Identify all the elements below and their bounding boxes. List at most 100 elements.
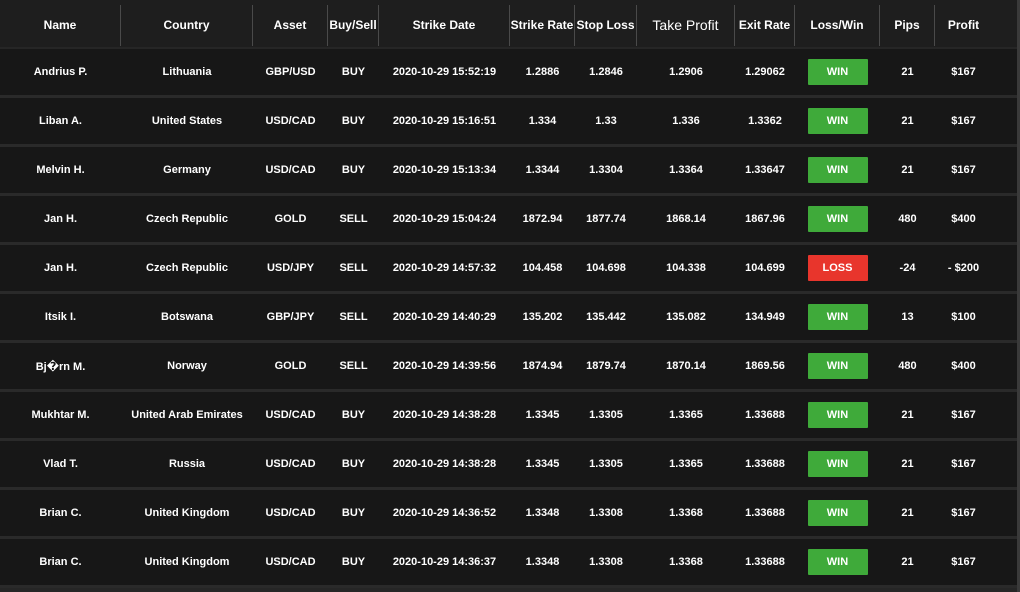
cell-buy-sell: BUY [341,164,366,176]
cell-pips: 21 [901,409,914,421]
cell-stop-loss: 1879.74 [586,360,626,372]
column-header-strike-rate[interactable]: Strike Rate [510,4,575,46]
column-header-stop-loss[interactable]: Stop Loss [575,4,637,46]
column-header-name[interactable]: Name [0,4,121,46]
cell-loss-win: WIN [795,549,880,575]
cell-exit-rate: 1.33688 [745,458,785,470]
cell-asset: GBP/USD [265,66,316,78]
cell-pips: 21 [901,66,914,78]
cell-asset: USD/CAD [265,556,316,568]
cell-pips: 21 [901,115,914,127]
cell-take-profit: 104.338 [666,262,706,274]
cell-buy-sell: SELL [339,311,368,323]
cell-asset: USD/JPY [266,262,315,274]
cell-country: Russia [168,458,206,470]
cell-pips: 21 [901,507,914,519]
cell-buy-sell: BUY [341,507,366,519]
column-header-pips[interactable]: Pips [880,4,935,46]
cell-country: Czech Republic [146,213,228,225]
cell-take-profit: 1.2906 [669,66,703,78]
cell-profit: $167 [951,164,976,176]
cell-buy-sell: SELL [339,213,368,225]
cell-exit-rate: 1.33688 [745,507,785,519]
table-row: Liban A. United States USD/CAD BUY 2020-10-2… [0,98,1017,147]
cell-loss-win: LOSS [795,255,880,281]
cell-strike-rate: 1.3348 [525,556,560,568]
cell-stop-loss: 104.698 [586,262,626,274]
table-row: Andrius P. Lithuania GBP/USD BUY 2020-10-29 … [0,49,1017,98]
cell-pips: -24 [899,262,916,274]
cell-profit: $100 [951,311,976,323]
cell-stop-loss: 1877.74 [586,213,626,225]
cell-strike-rate: 135.202 [522,311,563,323]
cell-take-profit: 1.3364 [669,164,703,176]
cell-strike-date: 2020-10-29 15:52:19 [392,66,497,78]
column-header-buy-sell[interactable]: Buy/Sell [328,4,379,46]
cell-name: Mukhtar M. [31,409,90,421]
cell-buy-sell: BUY [341,409,366,421]
cell-name: Melvin H. [36,164,85,176]
cell-buy-sell: SELL [339,360,368,372]
cell-country: Norway [167,360,207,372]
cell-exit-rate: 1.33688 [745,556,785,568]
cell-asset: GOLD [274,360,307,372]
cell-asset: USD/CAD [265,164,316,176]
cell-take-profit: 1870.14 [666,360,706,372]
cell-stop-loss: 1.33 [595,115,617,127]
result-badge: WIN [807,206,868,232]
table-row: Mukhtar M. United Arab Emirates USD/CAD BUY… [0,392,1017,441]
cell-name: Jan H. [43,262,77,274]
cell-strike-date: 2020-10-29 14:57:32 [392,262,497,274]
result-badge: WIN [807,157,868,183]
cell-take-profit: 1.3368 [669,507,703,519]
cell-exit-rate: 1.3362 [748,115,782,127]
cell-strike-rate: 1872.94 [522,213,563,225]
cell-country: Lithuania [162,66,212,78]
cell-asset: USD/CAD [265,458,316,470]
cell-country: Czech Republic [146,262,228,274]
cell-asset: USD/CAD [265,507,316,519]
cell-profit: $167 [951,458,976,470]
result-badge: WIN [807,451,868,477]
cell-name: Vlad T. [43,458,78,470]
cell-strike-date: 2020-10-29 14:38:28 [392,458,497,470]
column-header-exit-rate[interactable]: Exit Rate [735,4,795,46]
column-header-take-profit[interactable]: Take Profit [637,4,735,46]
cell-asset: GBP/JPY [266,311,315,323]
cell-loss-win: WIN [795,451,880,477]
column-header-country[interactable]: Country [121,4,253,46]
result-badge: WIN [807,402,868,428]
cell-loss-win: WIN [795,500,880,526]
cell-profit: $400 [951,213,976,225]
cell-buy-sell: BUY [341,458,366,470]
cell-country: United Kingdom [144,556,230,568]
result-badge: LOSS [807,255,868,281]
cell-profit: $167 [951,115,976,127]
column-header-asset[interactable]: Asset [253,4,328,46]
cell-profit: $167 [951,556,976,568]
cell-buy-sell: BUY [341,115,366,127]
result-badge: WIN [807,304,868,330]
cell-pips: 21 [901,556,914,568]
column-header-loss-win[interactable]: Loss/Win [795,4,880,46]
cell-strike-date: 2020-10-29 14:39:56 [392,360,497,372]
result-badge: WIN [807,353,868,379]
column-header-strike-date[interactable]: Strike Date [379,4,510,46]
cell-take-profit: 1.3368 [669,556,703,568]
cell-buy-sell: BUY [341,556,366,568]
cell-profit: - $200 [947,262,980,274]
cell-take-profit: 135.082 [666,311,706,323]
cell-strike-rate: 1.3348 [525,507,560,519]
column-header-profit[interactable]: Profit [935,5,992,46]
cell-name: Itsik I. [44,311,77,323]
cell-stop-loss: 1.3305 [589,409,623,421]
cell-name: Andrius P. [33,66,88,78]
cell-country: Botswana [161,311,213,323]
cell-exit-rate: 1869.56 [745,360,785,372]
cell-strike-rate: 1.3345 [525,409,560,421]
cell-buy-sell: SELL [339,262,368,274]
cell-name: Bj�rn M. [35,360,86,373]
cell-exit-rate: 134.949 [745,311,785,323]
cell-exit-rate: 1.33688 [745,409,785,421]
trades-table: Name Country Asset Buy/Sell Strike Date … [0,0,1017,592]
